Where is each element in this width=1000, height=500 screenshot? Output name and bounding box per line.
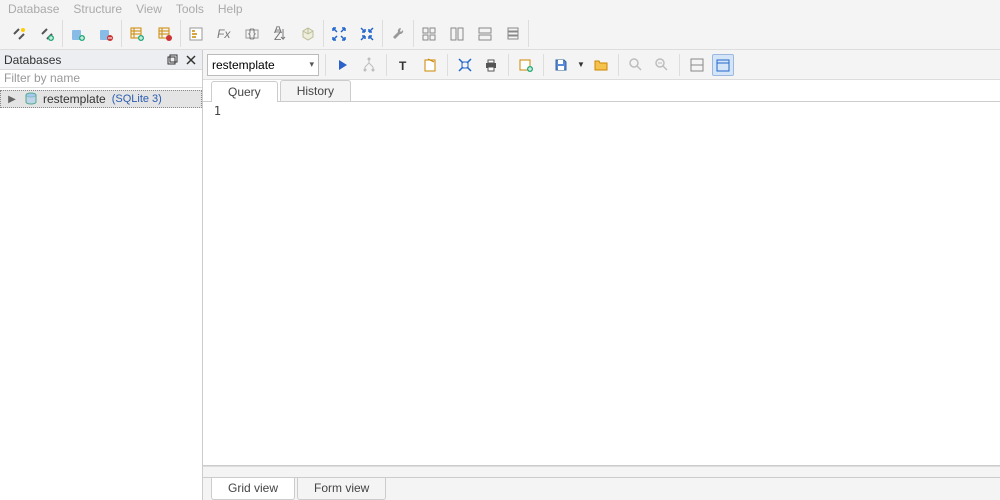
database-tree[interactable]: ▶ restemplate (SQLite 3) [0,88,202,500]
save-dropdown-icon[interactable]: ▼ [576,54,586,76]
filter-input[interactable] [4,71,198,85]
menu-help[interactable]: Help [218,2,243,16]
svg-text:Fx: Fx [217,27,231,41]
sidebar-filter[interactable] [0,70,202,88]
clear-button[interactable] [419,54,441,76]
tab-form-view[interactable]: Form view [297,478,386,500]
tab-history[interactable]: History [280,80,351,101]
sql-editor[interactable]: 1 [203,102,1000,466]
menu-structure[interactable]: Structure [73,2,122,16]
tab-query[interactable]: Query [211,81,278,102]
database-select-value: restemplate [212,58,275,72]
chevron-down-icon: ▾ [309,59,314,70]
database-sidebar: Databases ▶ restemplate (SQLite 3) [0,50,203,500]
cube-button[interactable] [297,23,319,45]
open-button[interactable] [590,54,612,76]
database-icon [23,92,39,106]
svg-text:A: A [274,26,282,36]
sort-button[interactable]: AZ [269,23,291,45]
query-panel: restemplate ▾ T ▼ Query [203,50,1000,500]
table-add-button[interactable] [126,23,148,45]
main-toolbar: Fx {} AZ [0,18,1000,50]
zoom-out-button[interactable] [651,54,673,76]
menu-database[interactable]: Database [8,2,59,16]
config-add-button[interactable] [515,54,537,76]
table-edit-button[interactable] [154,23,176,45]
results-below-button[interactable] [686,54,708,76]
editor-toolbar: restemplate ▾ T ▼ [203,50,1000,80]
sql-editor-button[interactable] [185,23,207,45]
function-button[interactable]: Fx [213,23,235,45]
tree-item-restemplate[interactable]: ▶ restemplate (SQLite 3) [0,90,202,108]
svg-text:{}: {} [248,26,256,40]
layout-cols-button[interactable] [446,23,468,45]
text-format-button[interactable]: T [393,54,415,76]
menu-view[interactable]: View [136,2,162,16]
collapse-button[interactable] [356,23,378,45]
menubar: Database Structure View Tools Help [0,0,1000,18]
add-db-button[interactable] [36,23,58,45]
expand-button[interactable] [328,23,350,45]
tree-item-type: (SQLite 3) [112,93,162,105]
layout-stack-button[interactable] [502,23,524,45]
query-tabs: Query History [203,80,1000,102]
line-gutter: 1 [203,102,225,465]
print-button[interactable] [480,54,502,76]
expand-icon[interactable]: ▶ [5,94,19,105]
connect-db-button[interactable] [8,23,30,45]
sidebar-header: Databases [0,50,202,70]
sidebar-title: Databases [4,53,61,67]
export-button[interactable] [95,23,117,45]
svg-text:T: T [399,59,407,73]
menu-tools[interactable]: Tools [176,2,204,16]
tree-item-label: restemplate [43,92,106,106]
results-divider[interactable] [203,466,1000,478]
highlight-button[interactable] [454,54,476,76]
explain-button[interactable] [358,54,380,76]
layout-grid-button[interactable] [418,23,440,45]
database-select[interactable]: restemplate ▾ [207,54,319,76]
results-tab-button[interactable] [712,54,734,76]
execute-button[interactable] [332,54,354,76]
import-button[interactable] [67,23,89,45]
layout-rows-button[interactable] [474,23,496,45]
save-button[interactable] [550,54,572,76]
wrench-button[interactable] [387,23,409,45]
sidebar-undock-icon[interactable] [166,53,180,67]
zoom-in-button[interactable] [625,54,647,76]
editor-textarea[interactable] [225,102,1000,465]
sidebar-close-icon[interactable] [184,53,198,67]
tab-grid-view[interactable]: Grid view [211,478,295,500]
result-tabs: Grid view Form view [203,478,1000,500]
svg-text:Z: Z [274,29,281,42]
code-button[interactable]: {} [241,23,263,45]
